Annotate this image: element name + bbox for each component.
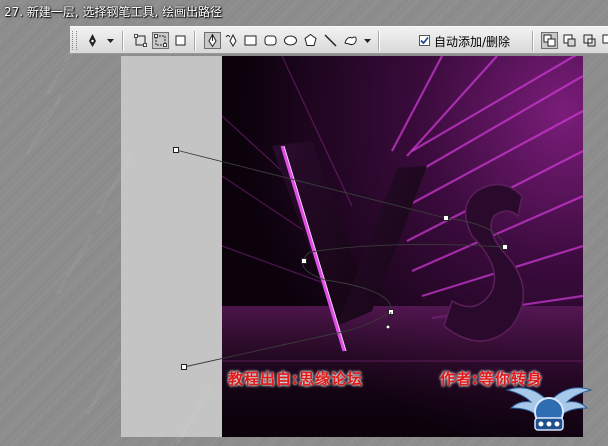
path-anchor-point[interactable] — [301, 258, 307, 264]
path-handle-point[interactable] — [385, 324, 391, 330]
path-anchor-point[interactable] — [181, 364, 187, 370]
path-anchor-point[interactable] — [502, 244, 508, 250]
path-anchor-point[interactable] — [173, 147, 179, 153]
site-logo — [505, 387, 593, 431]
path-anchor-point[interactable] — [443, 215, 449, 221]
